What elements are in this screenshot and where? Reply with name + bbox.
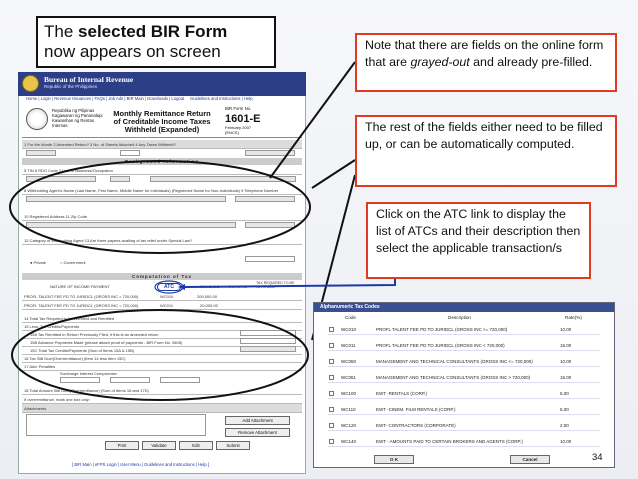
page-number: 34 <box>592 452 603 463</box>
atc-row[interactable]: WC011 PROFL TALENT FEE PD TO JURIDCL (GRO… <box>328 340 600 351</box>
atc-code: WC120 <box>341 423 357 428</box>
atc-desc: PROFL TALENT FEE PD TO JURIDCL (GROSS IN… <box>376 327 508 332</box>
atc-code: WC011 <box>341 343 356 348</box>
cancel-button[interactable]: Cancel <box>510 455 550 464</box>
col-rate-header: Rate(%) <box>565 315 582 320</box>
atc-rate: 10.00 <box>560 439 572 444</box>
atc-code: WC110 <box>341 407 356 412</box>
atc-checkbox[interactable] <box>329 375 334 380</box>
atc-checkbox[interactable] <box>329 407 334 412</box>
note1-emphasis: grayed-out <box>410 55 470 69</box>
atc-row[interactable]: WC120 EWT- CONTRACTORS (CORPORATE) 2.00 <box>328 420 600 431</box>
atc-code: WC140 <box>341 439 357 444</box>
atc-rate: 2.00 <box>560 423 569 428</box>
prefilled-ellipse <box>9 160 311 254</box>
title-prefix: The <box>44 22 79 41</box>
atc-desc: EWT - AMOUNTS PAID TO CERTAIN BROKERS AN… <box>376 439 523 444</box>
atc-row[interactable]: WC110 EWT -CINEM. FILM RENTALS (CORP.) 5.0… <box>328 404 600 415</box>
atc-rate: 5.00 <box>560 391 569 396</box>
atc-desc: PROFL TALENT FEE PD TO JURIDCL (GROSS IN… <box>376 343 505 348</box>
atc-desc: MANAGEMENT AND TECHNICAL CONSULTANTS (GR… <box>376 359 533 364</box>
atc-desc: EWT- CONTRACTORS (CORPORATE) <box>376 423 456 428</box>
atc-rate: 15.00 <box>560 375 572 380</box>
atc-desc: EWT -CINEM. FILM RENTALS (CORP.) <box>376 407 456 412</box>
note-rest-fields: The rest of the fields either need to be… <box>355 115 617 187</box>
atc-row[interactable]: WC100 EWT -RENTALS (CORP.) 5.00 <box>328 388 600 399</box>
atc-row[interactable]: WC010 PROFL TALENT FEE PD TO JURIDCL (GRO… <box>328 324 600 335</box>
atc-row[interactable]: WC051 MANAGEMENT AND TECHNICAL CONSULTANT… <box>328 372 600 383</box>
atc-checkbox[interactable] <box>329 391 334 396</box>
atc-desc: EWT -RENTALS (CORP.) <box>376 391 428 396</box>
atc-popup-title: Alphanumeric Tax Codes <box>314 303 614 312</box>
title-line-1: The selected BIR Form <box>44 22 268 42</box>
note-prefilled: Note that there are fields on the online… <box>355 33 617 92</box>
title-callout: The selected BIR Form now appears on scr… <box>36 16 276 68</box>
atc-rate: 15.00 <box>560 343 572 348</box>
atc-checkbox[interactable] <box>329 359 334 364</box>
atc-desc: MANAGEMENT AND TECHNICAL CONSULTANTS (GR… <box>376 375 531 380</box>
arrow-atc <box>184 279 396 288</box>
atc-rate: 10.00 <box>560 359 572 364</box>
atc-code: WC010 <box>341 327 357 332</box>
atc-checkbox[interactable] <box>329 343 334 348</box>
atc-checkbox[interactable] <box>329 423 334 428</box>
col-code-header: Code <box>345 315 356 320</box>
col-desc-header: Description <box>448 315 471 320</box>
note-atc: Click on the ATC link to display the lis… <box>366 202 591 279</box>
atc-row[interactable]: WC050 MANAGEMENT AND TECHNICAL CONSULTANT… <box>328 356 600 367</box>
atc-rate: 10.00 <box>560 327 572 332</box>
arrow-rest-upper <box>311 159 356 189</box>
note1-text-end: and already pre-filled. <box>469 55 593 69</box>
arrow-prefilled <box>269 61 356 179</box>
title-bold: selected BIR Form <box>78 22 228 41</box>
atc-row[interactable]: WC140 EWT - AMOUNTS PAID TO CERTAIN BROKE… <box>328 436 600 447</box>
ok-button[interactable]: O K <box>374 455 414 464</box>
atc-code: WC100 <box>341 391 357 396</box>
atc-checkbox[interactable] <box>329 439 334 444</box>
atc-code: WC050 <box>341 359 357 364</box>
atc-rate: 5.00 <box>560 407 569 412</box>
computed-ellipse <box>11 309 309 401</box>
atc-code: WC051 <box>341 375 357 380</box>
atc-checkbox[interactable] <box>329 327 334 332</box>
title-line-2: now appears on screen <box>44 42 221 61</box>
